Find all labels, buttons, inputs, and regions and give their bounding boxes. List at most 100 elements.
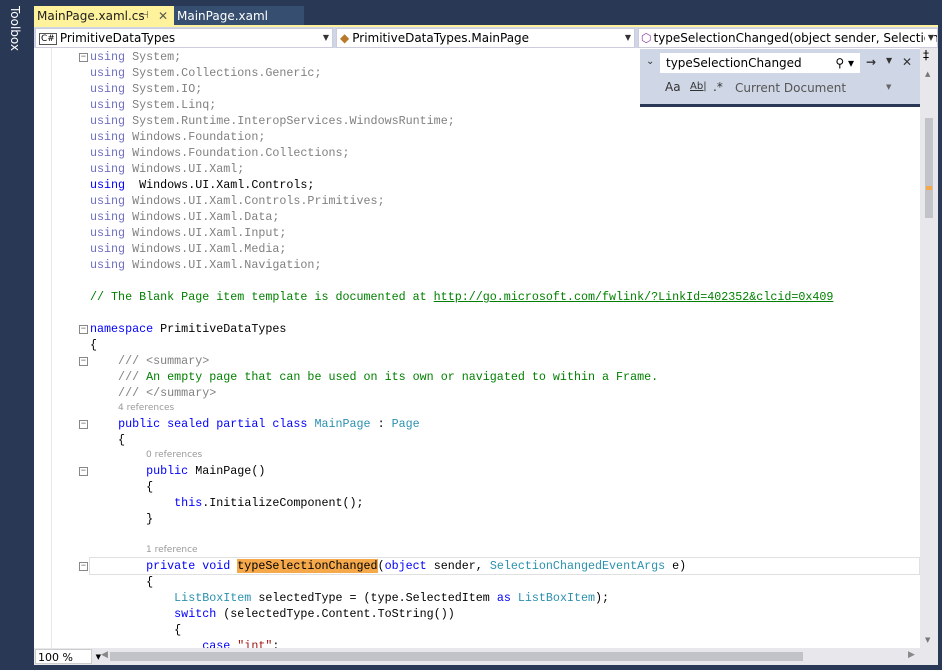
code-line: − public sealed partial class MainPage :… [79, 416, 919, 432]
member-dropdown[interactable]: ⬡ typeSelectionChanged(object sender, Sel… [638, 28, 938, 48]
vertical-scroll-thumb[interactable] [925, 118, 933, 218]
code-token: Windows.UI.Xaml.Input; [125, 226, 287, 240]
project-dropdown[interactable]: C# PrimitiveDataTypes ▼ [35, 28, 333, 48]
code-line: using Windows.UI.Xaml.Controls.Primitive… [90, 193, 919, 209]
code-editor[interactable]: − using System; using System.Collections.G… [34, 48, 920, 648]
code-token: Windows.UI.Xaml; [125, 162, 245, 176]
code-token: } [90, 512, 154, 526]
scroll-up-icon[interactable]: ▲ [925, 70, 930, 78]
collapse-icon[interactable]: − [79, 467, 88, 476]
toolbox-tab[interactable]: Toolbox [0, 0, 30, 670]
code-token: using [90, 130, 126, 144]
code-token: using [90, 210, 126, 224]
chevron-down-icon: ▼ [624, 33, 631, 42]
code-line: } [90, 511, 919, 527]
pin-icon[interactable]: ⊣ [140, 6, 149, 26]
code-token: this [174, 496, 203, 510]
code-line: − /// <summary> [79, 353, 919, 369]
collapse-icon[interactable]: − [79, 53, 88, 62]
zoom-dropdown[interactable]: 100 % ▼ [35, 649, 101, 664]
toolbox-label: Toolbox [8, 6, 22, 51]
code-line: { [90, 337, 919, 353]
csharp-icon: C# [39, 33, 57, 45]
code-lens[interactable]: 1 reference [90, 543, 919, 558]
code-line: /// An empty page that can be used on it… [90, 369, 919, 385]
find-input[interactable]: typeSelectionChanged ⚲ ▾ [660, 53, 860, 73]
code-token: using [90, 82, 126, 96]
close-icon[interactable]: ✕ [158, 6, 168, 26]
code-lines[interactable]: − using System; using System.Collections.G… [79, 49, 920, 648]
code-token: private void [146, 559, 231, 573]
code-line: − public MainPage() [79, 463, 919, 479]
horizontal-scroll-thumb[interactable] [110, 652, 803, 661]
tab-label: MainPage.xaml [177, 9, 268, 23]
reference-count[interactable]: 1 reference [90, 545, 198, 555]
scroll-down-icon[interactable]: ▼ [925, 636, 930, 644]
toggle-replace-icon[interactable]: ⌄ [646, 56, 654, 67]
code-token: Windows.Foundation; [125, 130, 266, 144]
find-next-icon[interactable]: → [866, 55, 876, 69]
collapse-icon[interactable]: − [79, 562, 88, 571]
scroll-left-icon[interactable]: ◀ [101, 650, 108, 660]
scroll-right-icon[interactable]: ▶ [908, 650, 915, 660]
code-token: using [90, 226, 126, 240]
code-token: ); [595, 591, 610, 605]
code-line: − namespace PrimitiveDataTypes [79, 321, 919, 337]
code-token: Windows.UI.Xaml.Controls; [125, 178, 315, 192]
collapse-icon[interactable]: − [79, 420, 88, 429]
vertical-scrollbar[interactable]: ‡ ▲ ▼ [920, 48, 938, 648]
chevron-down-icon[interactable]: ▼ [886, 83, 891, 91]
code-token: An empty page that can be used on its ow… [139, 370, 659, 384]
code-token: ( [377, 559, 385, 573]
search-options-icon[interactable]: ⚲ ▾ [835, 53, 854, 73]
method-icon: ⬡ [641, 31, 652, 45]
code-token: { [90, 338, 98, 352]
chevron-down-icon: ▼ [924, 29, 934, 47]
tab-mainpage-xaml[interactable]: MainPage.xaml [174, 6, 304, 26]
code-line: // The Blank Page item template is docum… [90, 289, 919, 305]
code-token: using [90, 98, 126, 112]
search-scope-dropdown[interactable]: Current Document [735, 81, 846, 95]
code-token: Windows.UI.Xaml.Media; [125, 242, 287, 256]
collapse-icon[interactable]: − [79, 357, 88, 366]
code-line: case "int": [90, 638, 919, 648]
collapse-icon[interactable]: − [79, 325, 88, 334]
code-line: using Windows.UI.Xaml.Controls; [90, 177, 919, 193]
code-token: public [146, 464, 189, 478]
code-lens[interactable]: 4 references [90, 401, 919, 416]
tab-mainpage-xaml-cs[interactable]: MainPage.xaml.cs ⊣ ✕ [34, 6, 177, 26]
code-token: (selectedType.Content.ToString()) [216, 607, 455, 621]
code-token: selectedType = (type.SelectedItem [251, 591, 497, 605]
code-line: /// </summary> [90, 385, 919, 401]
tab-label: MainPage.xaml.cs [37, 9, 145, 23]
match-case-button[interactable]: Aa [665, 80, 681, 94]
code-token: { [90, 575, 154, 589]
reference-count[interactable]: 4 references [90, 403, 174, 413]
code-token: System.Collections.Generic; [125, 66, 322, 80]
code-line: using Windows.UI.Xaml.Data; [90, 209, 919, 225]
code-line: using Windows.Foundation.Collections; [90, 145, 919, 161]
code-token: using [90, 146, 126, 160]
whole-word-button[interactable]: Ab| [690, 81, 707, 92]
regex-button[interactable]: .* [713, 80, 723, 94]
code-line: { [90, 432, 919, 448]
code-line: using Windows.UI.Xaml.Media; [90, 241, 919, 257]
code-lens[interactable]: 0 references [90, 448, 919, 463]
code-line: using System.Runtime.InteropServices.Win… [90, 113, 919, 129]
class-dropdown[interactable]: ◆ PrimitiveDataTypes.MainPage ▼ [336, 28, 635, 48]
find-next-dropdown-icon[interactable]: ▼ [886, 56, 892, 65]
code-line: using Windows.UI.Xaml; [90, 161, 919, 177]
link[interactable]: http://go.microsoft.com/fwlink/?LinkId=4… [434, 290, 834, 304]
reference-count[interactable]: 0 references [90, 450, 202, 460]
close-find-icon[interactable]: ✕ [902, 55, 912, 69]
code-token: MainPage [314, 417, 371, 431]
split-icon[interactable]: ‡ [923, 48, 929, 62]
code-token: { [90, 433, 126, 447]
code-token: /// </summary> [90, 386, 217, 400]
